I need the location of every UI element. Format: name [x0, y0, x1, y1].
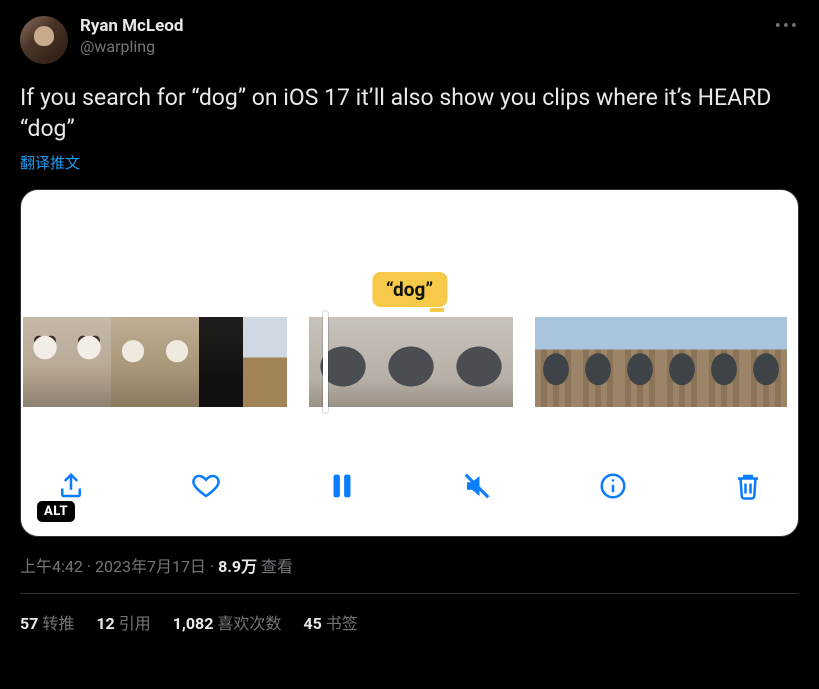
meta-sep: · — [83, 557, 95, 576]
thumbnail — [619, 317, 661, 407]
thumbnail — [535, 317, 577, 407]
tweet-meta[interactable]: 上午4:42 · 2023年7月17日 · 8.9万 查看 — [20, 553, 799, 577]
handle: @warpling — [80, 37, 183, 57]
meta-date: 2023年7月17日 — [95, 557, 206, 576]
views-count: 8.9万 — [218, 557, 257, 576]
tweet: Ryan McLeod @warpling ••• If you search … — [0, 0, 819, 634]
thumbnail — [23, 317, 67, 407]
clip-group-3[interactable] — [535, 317, 787, 407]
avatar[interactable] — [20, 16, 68, 64]
media-toolbar — [21, 458, 798, 514]
timeline-strip[interactable] — [21, 317, 798, 407]
meta-time: 上午4:42 — [20, 557, 83, 576]
more-icon[interactable]: ••• — [775, 16, 799, 37]
translate-link[interactable]: 翻译推文 — [20, 152, 799, 173]
trash-icon[interactable] — [728, 466, 768, 506]
stat-retweets[interactable]: 57转推 — [20, 610, 74, 634]
tweet-stats: 57转推 12引用 1,082喜欢次数 45书签 — [20, 594, 799, 634]
stat-quotes[interactable]: 12引用 — [96, 610, 150, 634]
thumbnail — [445, 317, 513, 407]
tweet-header: Ryan McLeod @warpling ••• — [20, 16, 799, 64]
search-term-pill: “dog” — [372, 272, 447, 307]
views-label: 查看 — [257, 557, 293, 576]
search-marker — [430, 308, 444, 312]
thumbnail — [745, 317, 787, 407]
mute-icon[interactable] — [457, 466, 497, 506]
media-card[interactable]: “dog” — [20, 189, 799, 537]
pause-icon[interactable] — [322, 466, 362, 506]
thumbnail — [243, 317, 287, 407]
user-block[interactable]: Ryan McLeod @warpling — [80, 16, 183, 57]
thumbnail — [111, 317, 155, 407]
clip-group-1[interactable] — [23, 317, 287, 407]
thumbnail — [703, 317, 745, 407]
thumbnail — [577, 317, 619, 407]
thumbnail — [377, 317, 445, 407]
stat-likes[interactable]: 1,082喜欢次数 — [173, 610, 282, 634]
thumbnail — [309, 317, 377, 407]
display-name: Ryan McLeod — [80, 16, 183, 37]
thumbnail — [67, 317, 111, 407]
heart-icon[interactable] — [186, 466, 226, 506]
thumbnail — [661, 317, 703, 407]
thumbnail — [199, 317, 243, 407]
stat-bookmarks[interactable]: 45书签 — [303, 610, 357, 634]
tweet-text: If you search for “dog” on iOS 17 it’ll … — [20, 82, 799, 144]
share-icon[interactable] — [51, 466, 91, 506]
info-icon[interactable] — [593, 466, 633, 506]
thumbnail — [155, 317, 199, 407]
alt-badge[interactable]: ALT — [37, 501, 75, 522]
playhead[interactable] — [323, 311, 328, 413]
clip-group-2[interactable] — [309, 317, 513, 407]
meta-sep: · — [206, 557, 218, 576]
